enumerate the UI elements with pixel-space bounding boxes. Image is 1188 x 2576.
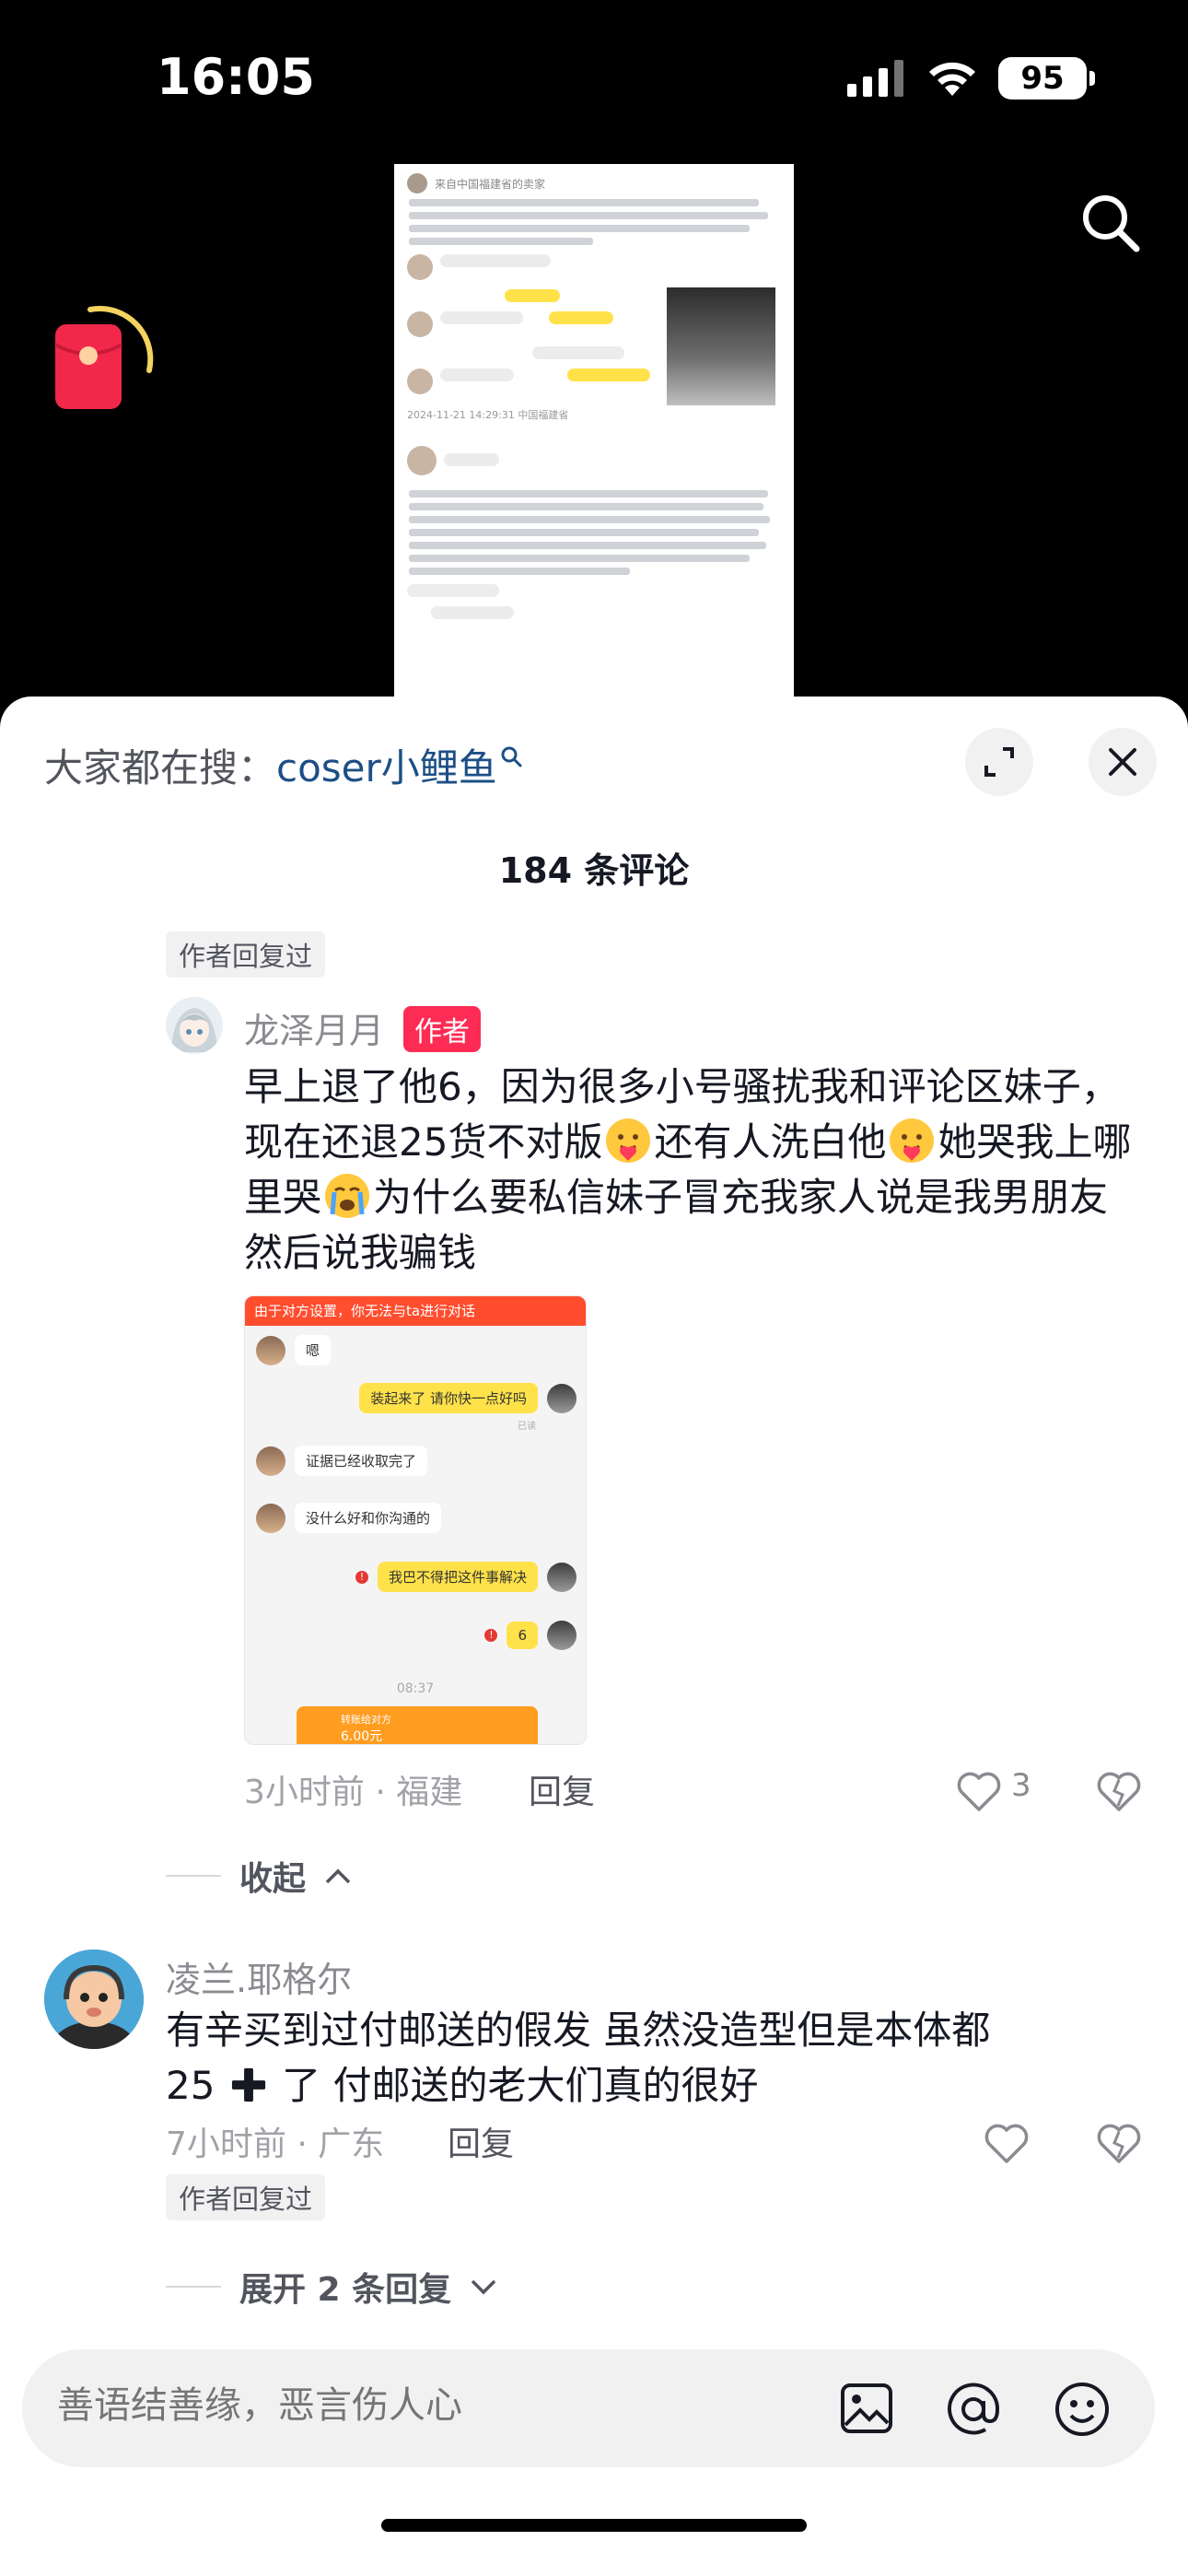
reply-username[interactable]: 龙泽月月 [244, 1002, 384, 1053]
author-avatar-image [166, 997, 223, 1054]
cellular-signal-icon [847, 60, 903, 97]
mention-icon[interactable] [945, 2381, 1002, 2438]
comment-text-line2b: 了 付邮送的老大们真的很好 [282, 2063, 759, 2108]
collapse-label: 收起 [239, 1860, 307, 1898]
close-button[interactable] [1089, 728, 1157, 796]
battery-level: 95 [1020, 60, 1065, 97]
author-badge: 作者 [403, 1006, 481, 1052]
expand-replies-button[interactable]: 展开 2 条回复 [166, 2263, 497, 2311]
reply-text: 早上退了他6，因为很多小号骚扰我和评论区妹子，现在还退25货不对版 还有人洗白他她… [244, 1060, 1147, 1281]
red-packet-icon[interactable] [53, 297, 164, 416]
chat-message: 我巴不得把这件事解决 [377, 1562, 538, 1592]
crying-emoji-icon [325, 1174, 370, 1218]
collapse-replies-button[interactable]: 收起 [166, 1852, 352, 1900]
comment-input-bar[interactable] [22, 2349, 1155, 2467]
comment-text-line2a: 25 [166, 2063, 215, 2108]
search-small-icon [501, 746, 522, 767]
transfer-amount: 6.00元 [341, 1729, 383, 1744]
preview-photo [667, 287, 775, 405]
hot-search-keyword[interactable]: coser小鲤鱼 [276, 745, 497, 790]
status-time: 16:05 [157, 48, 315, 106]
avatar[interactable] [166, 997, 223, 1054]
chevron-down-icon [471, 2279, 496, 2295]
author-replied-tag: 作者回复过 [166, 2174, 326, 2220]
image-icon[interactable] [840, 2383, 893, 2434]
chat-message: 装起来了 请你快一点好吗 [359, 1383, 538, 1413]
comment-text: 有辛买到过付邮送的假发 虽然没造型但是本体都 25 了 付邮送的老大们真的很好 [166, 2003, 1114, 2113]
dislike-icon[interactable] [1096, 2123, 1142, 2165]
close-icon [1109, 748, 1136, 776]
emoji-icon[interactable] [1054, 2381, 1111, 2438]
comment-sheet: 大家都在搜：coser小鲤鱼 184 条评论 作者回复过 龙泽月月 作者 早上退… [0, 697, 1188, 2576]
like-count: 3 [1011, 1767, 1031, 1804]
heart-icon[interactable] [984, 2123, 1030, 2165]
reply-button[interactable]: 回复 [529, 1765, 595, 1813]
expand-icon [984, 747, 1014, 777]
battery-indicator: 95 [998, 57, 1095, 100]
avatar[interactable] [44, 1950, 144, 2049]
chat-message: 没什么好和你沟通的 [295, 1503, 442, 1533]
send-error-icon: ! [484, 1629, 498, 1642]
reply-button[interactable]: 回复 [448, 2117, 514, 2165]
comment-text-line2: 25 了 付邮送的老大们真的很好 [166, 2058, 1114, 2113]
reply-text-part4: 为什么要私信妹子冒充我家人说是我男朋友然后说我骗钱 [244, 1175, 1109, 1275]
comment-username[interactable]: 凌兰.耶格尔 [166, 1951, 352, 2002]
preview-header: 来自中国福建省的卖家 [435, 177, 546, 191]
heart-icon[interactable] [956, 1771, 1002, 1813]
reply-text-part2: 还有人洗白他 [654, 1119, 887, 1165]
chat-message: 嗯 [295, 1335, 332, 1365]
hugging-heart-emoji-icon [890, 1118, 935, 1163]
divider [166, 1875, 221, 1877]
video-preview-screenshot: 来自中国福建省的卖家 2024-11-21 14:29:31 中国福建省 [394, 164, 794, 698]
comment-input[interactable] [57, 2384, 757, 2427]
expand-label: 展开 2 条回复 [239, 2271, 452, 2309]
author-replied-tag: 作者回复过 [166, 931, 326, 978]
dislike-icon[interactable] [1096, 1771, 1142, 1813]
chat-read-status: 已读 [518, 1422, 536, 1432]
preview-avatar [407, 173, 427, 193]
transfer-card: 转账给对方 6.00元 [297, 1706, 538, 1744]
reply-time-location: 3小时前 · 福建 [244, 1774, 463, 1811]
reply-image[interactable]: 由于对方设置，你无法与ta进行对话 嗯 装起来了 请你快一点好吗 已读 证据已经… [244, 1295, 587, 1745]
expand-button[interactable] [965, 728, 1033, 796]
status-icons: 95 [847, 57, 1095, 100]
chevron-up-icon [325, 1868, 351, 1884]
plus-icon [231, 2067, 265, 2102]
hot-search-bar[interactable]: 大家都在搜：coser小鲤鱼 [44, 737, 523, 793]
chat-message: 证据已经收取完了 [295, 1446, 428, 1476]
comment-text-line1: 有辛买到过付邮送的假发 虽然没造型但是本体都 [166, 2008, 991, 2053]
chat-time: 08:37 [396, 1681, 435, 1696]
home-indicator [381, 2519, 807, 2532]
transfer-title: 转账给对方 [341, 1714, 391, 1726]
chat-message: 6 [507, 1622, 538, 1649]
divider [166, 2286, 221, 2288]
search-icon[interactable] [1077, 190, 1142, 254]
hugging-heart-emoji-icon [606, 1118, 651, 1163]
commenter-avatar-image [44, 1950, 144, 2049]
wifi-icon [929, 62, 975, 96]
chat-banner: 由于对方设置，你无法与ta进行对话 [245, 1296, 586, 1326]
comment-count: 184 条评论 [498, 850, 690, 891]
hot-search-label: 大家都在搜： [44, 745, 277, 790]
comment-time-location: 7小时前 · 广东 [166, 2125, 385, 2163]
send-error-icon: ! [355, 1570, 368, 1584]
